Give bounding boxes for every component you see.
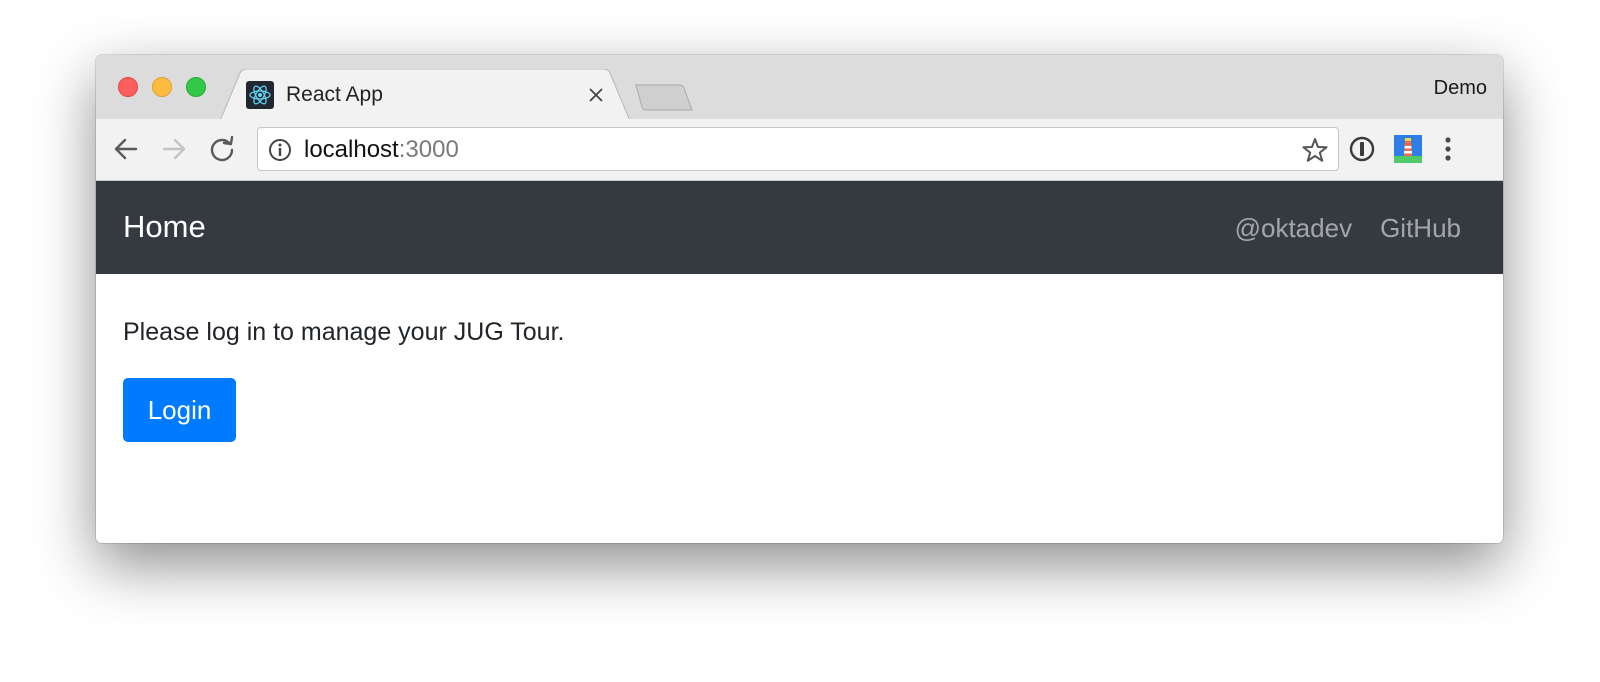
url-port: :3000 [398,136,459,163]
bookmark-star-icon[interactable] [1302,137,1328,163]
profile-name[interactable]: Demo [1434,77,1487,100]
main-content: Please log in to manage your JUG Tour. L… [123,316,565,442]
web-page: Home @oktadev GitHub Please log in to ma… [96,181,1503,543]
url-host: localhost [304,136,399,163]
back-arrow-icon[interactable] [110,133,142,165]
tab-close-icon[interactable] [585,84,607,106]
password-manager-icon[interactable] [1346,133,1378,165]
nav-link-github[interactable]: GitHub [1380,212,1461,244]
browser-tab-active[interactable]: React App [220,69,632,121]
forward-arrow-icon[interactable] [158,133,190,165]
info-icon[interactable] [268,138,292,162]
maximize-window-button[interactable] [186,77,206,97]
address-bar[interactable]: localhost:3000 [257,127,1339,171]
navbar-brand-home[interactable]: Home [123,209,206,245]
login-button[interactable]: Login [123,378,236,442]
title-bar: React App Demo [96,55,1503,121]
browser-toolbar: localhost:3000 [96,119,1503,181]
react-logo-icon [246,81,274,109]
minimize-window-button[interactable] [152,77,172,97]
browser-window: React App Demo localhost:3000 Home @okta… [96,55,1503,543]
tab-title: React App [286,83,383,106]
tab-shape [220,69,631,121]
login-prompt-message: Please log in to manage your JUG Tour. [123,318,565,346]
stage: React App Demo localhost:3000 Home @okta… [0,0,1600,682]
nav-link-oktadev[interactable]: @oktadev [1235,212,1352,244]
lighthouse-extension-icon[interactable] [1392,133,1424,165]
close-window-button[interactable] [118,77,138,97]
address-url[interactable]: localhost:3000 [304,136,459,164]
menu-kebab-icon[interactable] [1432,133,1464,165]
navbar-links: @oktadev GitHub [1235,212,1461,244]
app-navbar: Home @oktadev GitHub [96,181,1503,274]
new-tab-button[interactable] [634,83,694,113]
reload-icon[interactable] [206,133,238,165]
